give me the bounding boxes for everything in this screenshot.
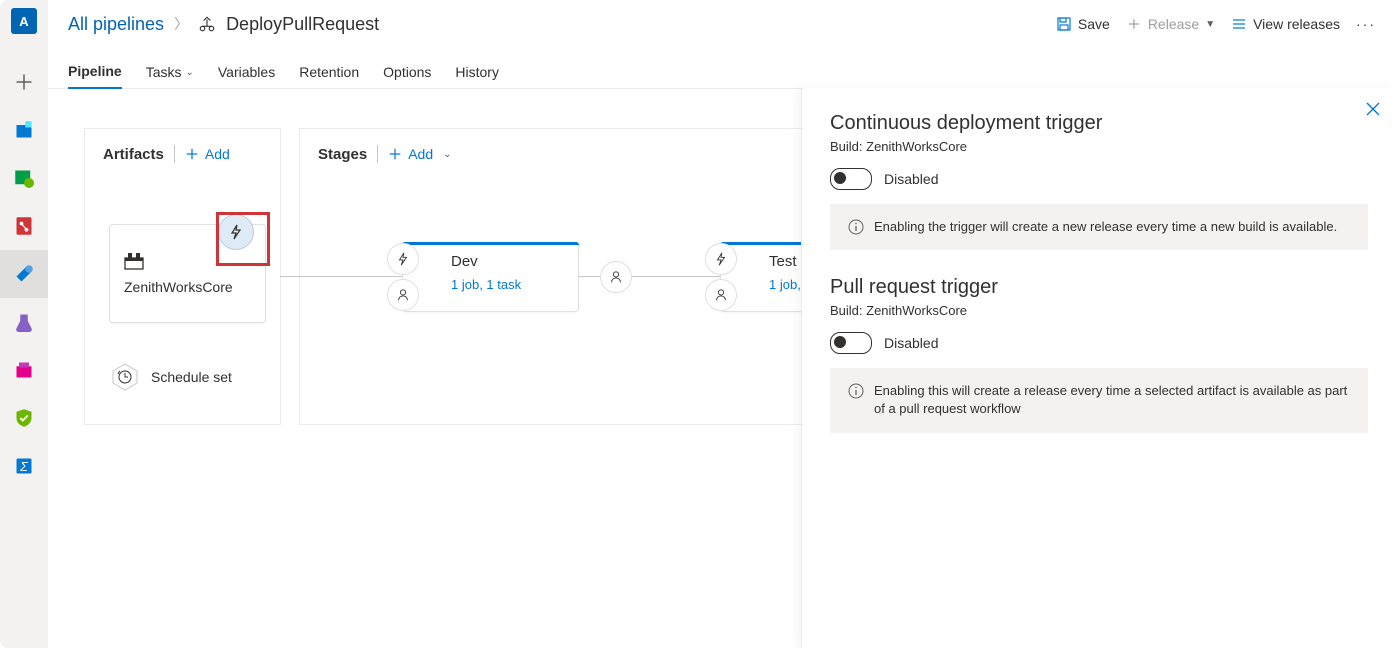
add-artifact-button[interactable]: Add [185,146,230,162]
info-icon [848,219,864,235]
stage-jobs-link[interactable]: 1 job, 1 task [451,277,521,292]
schedule-label: Schedule set [151,369,232,385]
tab-bar: Pipeline Tasks⌄ Variables Retention Opti… [48,48,1396,89]
project-badge[interactable]: A [11,8,37,34]
tab-options[interactable]: Options [383,64,431,88]
functions-icon[interactable]: Σ [0,442,48,490]
approver-icon[interactable] [705,279,737,311]
schedule-row[interactable]: Schedule set [109,361,232,393]
boards-icon[interactable] [0,106,48,154]
build-source-icon [124,252,265,273]
release-button[interactable]: Release ▼ [1126,16,1215,32]
tab-pipeline[interactable]: Pipeline [68,63,122,89]
more-button[interactable]: ··· [1356,16,1376,32]
chevron-down-icon: ⌄ [443,149,451,160]
tab-retention[interactable]: Retention [299,64,359,88]
cd-toggle[interactable] [830,168,872,190]
tab-history[interactable]: History [455,64,499,88]
svg-text:Σ: Σ [19,460,28,474]
cd-info: Enabling the trigger will create a new r… [830,204,1368,250]
add-stage-button[interactable]: Add ⌄ [388,146,451,162]
artifacts-title: Artifacts [103,146,164,163]
work-icon[interactable] [0,154,48,202]
page-title: DeployPullRequest [226,14,379,35]
cd-toggle-state: Disabled [884,171,938,187]
cd-build-label: Build: ZenithWorksCore [830,139,1368,154]
close-button[interactable] [1366,102,1380,119]
artifact-name: ZenithWorksCore [124,279,265,295]
artifacts-icon[interactable] [0,346,48,394]
pre-condition-icon[interactable] [387,243,419,275]
pre-condition-icon[interactable] [705,243,737,275]
info-icon [848,383,864,399]
view-releases-button[interactable]: View releases [1231,16,1340,32]
stages-title: Stages [318,146,367,163]
tab-variables[interactable]: Variables [218,64,275,88]
add-icon[interactable] [0,58,48,106]
repos-icon[interactable] [0,202,48,250]
plus-icon [1126,16,1142,32]
pr-trigger-title: Pull request trigger [830,276,1368,299]
approver-icon[interactable] [387,279,419,311]
schedule-icon [109,361,141,393]
pr-build-label: Build: ZenithWorksCore [830,303,1368,318]
connector-line [577,276,720,277]
nav-rail: A Σ [0,0,48,648]
save-button[interactable]: Save [1056,16,1110,32]
pipeline-type-icon [198,15,216,33]
pipelines-icon[interactable] [0,250,48,298]
compliance-icon[interactable] [0,394,48,442]
chevron-right-icon: 〉 [174,14,188,34]
pr-toggle[interactable] [830,332,872,354]
post-approver-icon[interactable] [600,261,632,293]
stage-name: Dev [451,253,478,270]
cd-trigger-title: Continuous deployment trigger [830,112,1368,135]
chevron-down-icon: ⌄ [185,67,193,78]
connector-line [280,276,402,277]
stage-card-dev[interactable]: Dev 1 job, 1 task [402,242,579,312]
trigger-button[interactable] [218,214,254,250]
lightning-icon [228,224,244,240]
trigger-panel: Continuous deployment trigger Build: Zen… [801,88,1396,648]
breadcrumb-root[interactable]: All pipelines [68,14,164,35]
list-icon [1231,16,1247,32]
save-icon [1056,16,1072,32]
testplans-icon[interactable] [0,298,48,346]
stage-name: Test [769,253,797,270]
breadcrumb: All pipelines 〉 DeployPullRequest [68,14,1056,35]
tab-tasks[interactable]: Tasks⌄ [146,64,194,88]
pr-info: Enabling this will create a release ever… [830,368,1368,432]
header-bar: All pipelines 〉 DeployPullRequest Save R… [48,0,1396,48]
chevron-down-icon: ▼ [1205,19,1215,30]
artifacts-zone: Artifacts Add ZenithWorksCore Schedule s… [84,128,281,425]
pr-toggle-state: Disabled [884,335,938,351]
